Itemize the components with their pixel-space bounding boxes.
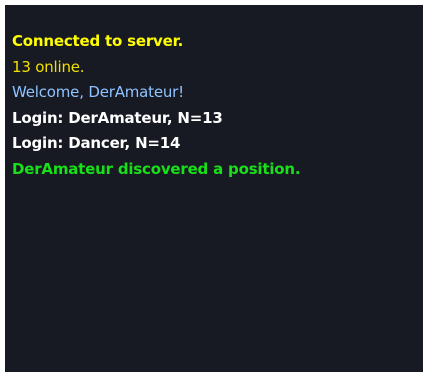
message-discovered-position: DerAmateur discovered a position. bbox=[12, 159, 301, 178]
message-login-dancer: Login: Dancer, N=14 bbox=[12, 134, 181, 152]
message-online-count: 13 online. bbox=[12, 57, 85, 76]
message-connected: Connected to server. bbox=[12, 32, 184, 50]
message-login-deramateur: Login: DerAmateur, N=13 bbox=[12, 108, 223, 127]
message-welcome: Welcome, DerAmateur! bbox=[12, 83, 184, 101]
chat-log-panel[interactable]: Connected to server. 13 online. Welcome,… bbox=[5, 5, 423, 372]
